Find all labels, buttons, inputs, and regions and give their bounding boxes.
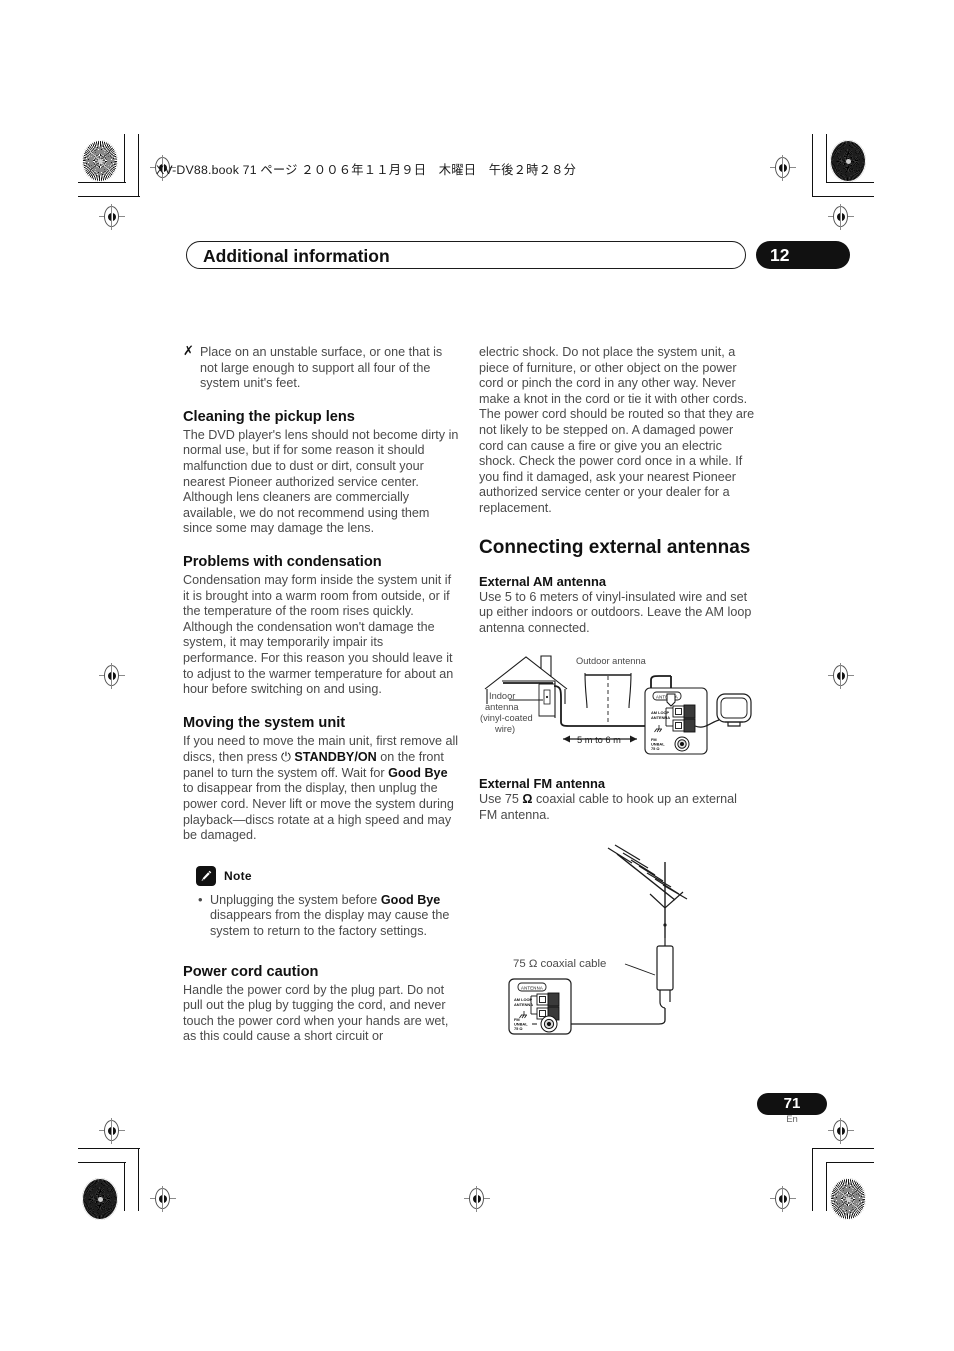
registration-cross-bottom-left	[150, 1186, 176, 1212]
subheading-external-fm-antenna: External FM antenna	[479, 776, 606, 792]
right-column: electric shock. Do not place the system …	[479, 345, 755, 1037]
moving-text-part3: to disappear from the display, then unpl…	[183, 781, 454, 843]
fm-antenna-diagram: 75 Ω coaxial cable ANTENNA AM LOOP ANTEN…	[505, 842, 755, 1037]
registration-cross-right-upper	[828, 204, 854, 230]
label-indoor-3: (vinyl-coated	[480, 713, 533, 723]
section-heading-power-cord: Power cord caution	[183, 963, 319, 980]
page-number-badge: 71	[757, 1093, 827, 1115]
pencil-icon	[196, 865, 216, 886]
page-language-label: En	[786, 1114, 798, 1125]
intro-bullet: ✗ Place on an unstable surface, or one t…	[183, 344, 459, 392]
standby-on-label: STANDBY/ON	[294, 750, 377, 765]
label-fm-unbal-3: 75 Ω	[514, 1026, 523, 1031]
ohm-symbol: Ω	[522, 792, 533, 807]
registration-rosette-top-right	[830, 140, 866, 182]
main-heading-connecting-antennas: Connecting external antennas	[479, 536, 751, 558]
registration-cross-bottom-right	[770, 1186, 796, 1212]
section-heading-moving-unit: Moving the system unit	[183, 714, 346, 731]
registration-rosette-bottom-right	[830, 1178, 866, 1220]
registration-cross-left-middle	[99, 663, 125, 689]
section-body-cleaning-lens: The DVD player's lens should not become …	[183, 427, 459, 536]
note-list: Unplugging the system before Good Bye di…	[196, 892, 459, 940]
note-item: Unplugging the system before Good Bye di…	[196, 892, 459, 940]
registration-cross-right-middle	[828, 663, 854, 689]
label-am-loop-fm-2: ANTENNA	[514, 1002, 533, 1007]
label-distance: 5 m to 6 m	[577, 735, 621, 745]
registration-rosette-top-left	[82, 140, 118, 182]
chapter-number-badge: 12	[756, 241, 850, 269]
section-body-moving-unit: If you need to move the main unit, first…	[183, 734, 459, 844]
cross-mark-icon: ✗	[183, 344, 194, 359]
note-text-part1: Unplugging the system before	[210, 892, 381, 907]
manual-page: XV-DV88.book 71 ページ ２００６年１１月９日 木曜日 午後２時２…	[0, 0, 954, 1351]
body-external-fm-antenna: Use 75 Ω coaxial cable to hook up an ext…	[479, 792, 755, 823]
note-box: Note Unplugging the system before Good B…	[183, 865, 459, 940]
note-header: Note	[196, 865, 459, 886]
section-heading-cleaning-lens: Cleaning the pickup lens	[183, 408, 355, 425]
section-heading-condensation: Problems with condensation	[183, 553, 382, 570]
am-antenna-diagram: Outdoor antenna Indoor antenna (vinyl-co…	[479, 646, 755, 758]
power-cord-continuation: electric shock. Do not place the system …	[479, 345, 755, 515]
label-outdoor-antenna: Outdoor antenna	[576, 656, 647, 666]
left-column: ✗ Place on an unstable surface, or one t…	[183, 344, 459, 1045]
registration-cross-top-right	[770, 155, 796, 181]
registration-rosette-bottom-left	[82, 1178, 118, 1220]
file-info-header: XV-DV88.book 71 ページ ２００６年１１月９日 木曜日 午後２時２…	[156, 163, 577, 177]
subheading-external-am-antenna: External AM antenna	[479, 573, 607, 589]
intro-bullet-text: Place on an unstable surface, or one tha…	[200, 345, 443, 391]
good-bye-label-2: Good Bye	[380, 892, 441, 907]
note-text-part2: disappears from the display may cause th…	[210, 908, 450, 939]
label-indoor-4: wire)	[494, 724, 515, 734]
power-symbol-icon: ⏻	[281, 749, 291, 765]
chapter-title-bar: Additional information	[186, 241, 746, 269]
page-title: Additional information	[203, 246, 390, 266]
label-am-loop-2: ANTENNA	[651, 715, 670, 720]
label-antenna-block-fm: ANTENNA	[521, 985, 543, 990]
note-label: Note	[224, 868, 252, 883]
section-body-power-cord: Handle the power cord by the plug part. …	[183, 982, 449, 1044]
good-bye-label-1: Good Bye	[388, 765, 448, 780]
registration-cross-left-upper	[99, 204, 125, 230]
label-coax-cable: 75 Ω coaxial cable	[513, 958, 606, 970]
label-indoor-2: antenna	[485, 702, 519, 712]
registration-cross-left-lower	[99, 1118, 125, 1144]
label-indoor-1: Indoor	[489, 691, 515, 701]
registration-cross-bottom-center	[464, 1186, 490, 1212]
body-external-am-antenna: Use 5 to 6 meters of vinyl-insulated wir…	[479, 589, 752, 635]
fm-body-part1: Use 75	[479, 792, 523, 807]
section-body-condensation: Condensation may form inside the system …	[183, 572, 454, 697]
registration-cross-right-lower	[828, 1118, 854, 1144]
label-fm-3: 75 Ω	[651, 746, 660, 751]
